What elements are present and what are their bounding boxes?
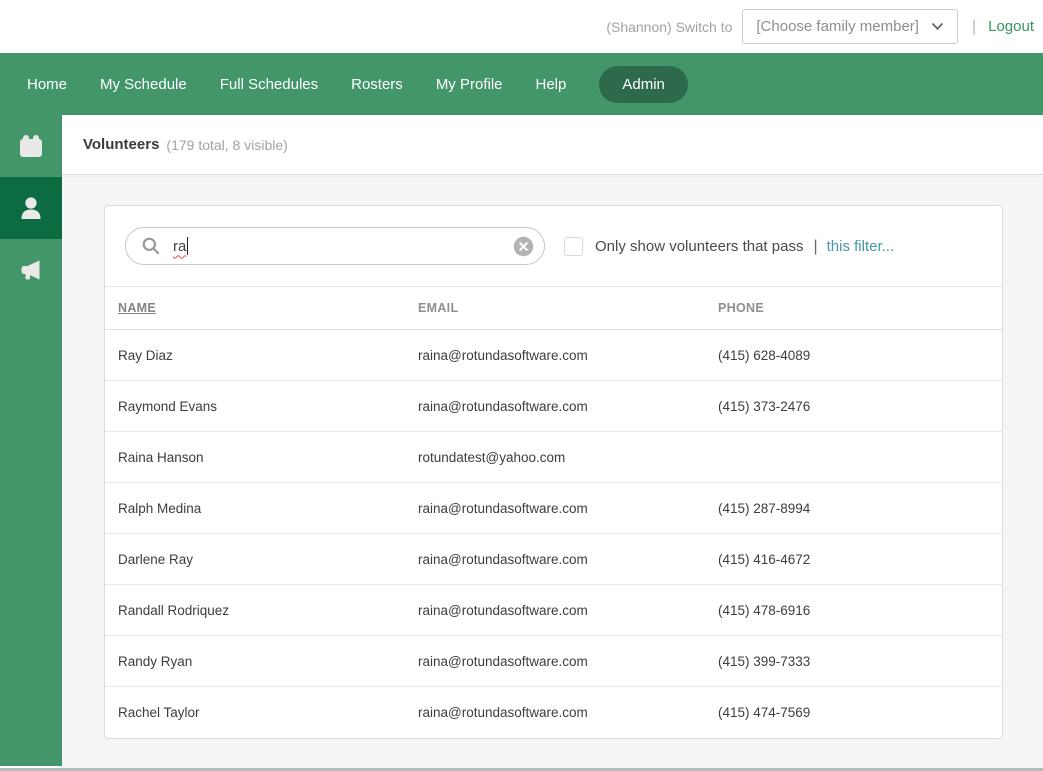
table-row[interactable]: Darlene Ray raina@rotundasoftware.com (4… [105, 534, 1002, 585]
volunteer-name: Raina Hanson [118, 449, 204, 465]
table-row[interactable]: Randall Rodriquez raina@rotundasoftware.… [105, 585, 1002, 636]
volunteer-phone: (415) 478-6916 [718, 602, 811, 618]
volunteer-email: raina@rotundasoftware.com [418, 398, 588, 414]
person-icon [17, 194, 45, 222]
nav-item-admin[interactable]: Admin [599, 65, 688, 103]
nav-item-home[interactable]: Home [27, 66, 67, 103]
sidebar-item-volunteers[interactable] [0, 177, 62, 239]
page-subtitle: (179 total, 8 visible) [166, 136, 288, 153]
volunteer-phone: (415) 416-4672 [718, 551, 811, 567]
filter-group: Only show volunteers that pass | this fi… [564, 206, 894, 287]
logout-link[interactable]: Logout [988, 18, 1034, 35]
search-input[interactable]: ra [125, 227, 545, 265]
filter-checkbox[interactable] [564, 237, 583, 256]
volunteer-email: raina@rotundasoftware.com [418, 653, 588, 669]
volunteer-name: Ralph Medina [118, 500, 202, 516]
calendar-icon [16, 131, 46, 161]
filter-separator: | [813, 237, 818, 255]
column-header-name[interactable]: NAME [118, 301, 418, 315]
volunteer-phone: (415) 628-4089 [718, 347, 811, 363]
table-row[interactable]: Rachel Taylor raina@rotundasoftware.com … [105, 687, 1002, 738]
column-header-phone[interactable]: PHONE [718, 301, 1002, 315]
app-window: (Shannon) Switch to [Choose family membe… [0, 0, 1043, 771]
volunteer-name: Darlene Ray [118, 551, 194, 567]
search-input-value: ra [173, 237, 187, 255]
switch-to-label: (Shannon) Switch to [606, 18, 733, 35]
table-row[interactable]: Randy Ryan raina@rotundasoftware.com (41… [105, 636, 1002, 687]
volunteer-phone: (415) 287-8994 [718, 500, 811, 516]
this-filter-link[interactable]: this filter... [827, 238, 895, 255]
nav-item-rosters[interactable]: Rosters [351, 66, 403, 103]
nav-item-my-schedule[interactable]: My Schedule [100, 66, 187, 103]
volunteer-phone: (415) 399-7333 [718, 653, 811, 669]
volunteer-phone: (415) 474-7569 [718, 705, 811, 720]
clear-search-button[interactable] [513, 236, 534, 257]
table-row[interactable]: Ralph Medina raina@rotundasoftware.com (… [105, 483, 1002, 534]
magnifier-icon [141, 236, 161, 256]
search-filter-row: ra Only show volunteers that pass | this… [105, 206, 1002, 287]
nav-item-help[interactable]: Help [536, 66, 567, 103]
column-header-email[interactable]: EMAIL [418, 301, 718, 315]
volunteer-name: Raymond Evans [118, 398, 218, 414]
content-area: ra Only show volunteers that pass | this… [62, 176, 1043, 768]
sidebar-item-schedules[interactable] [0, 115, 62, 177]
admin-sidebar [0, 115, 62, 766]
page-header: Volunteers (179 total, 8 visible) [62, 115, 1043, 175]
volunteer-name: Randy Ryan [118, 653, 193, 669]
main-nav: Home My Schedule Full Schedules Rosters … [0, 53, 1043, 115]
volunteer-email: raina@rotundasoftware.com [418, 602, 588, 618]
volunteer-email: rotundatest@yahoo.com [418, 449, 566, 465]
family-dropdown-value: [Choose family member] [756, 18, 919, 35]
volunteer-phone: (415) 373-2476 [718, 398, 811, 414]
account-topbar: (Shannon) Switch to [Choose family membe… [0, 0, 1043, 53]
page-title: Volunteers [83, 136, 160, 153]
topbar-separator: | [971, 17, 977, 35]
sidebar-item-announcements[interactable] [0, 239, 62, 301]
volunteer-email: raina@rotundasoftware.com [418, 347, 588, 363]
table-row[interactable]: Ray Diaz raina@rotundasoftware.com (415)… [105, 330, 1002, 381]
chevron-down-icon [931, 22, 944, 31]
nav-item-full-schedules[interactable]: Full Schedules [220, 66, 318, 103]
volunteer-name: Ray Diaz [118, 347, 173, 363]
volunteers-card: ra Only show volunteers that pass | this… [104, 205, 1003, 739]
volunteer-name: Randall Rodriquez [118, 602, 230, 618]
text-caret [187, 237, 189, 255]
megaphone-icon [17, 256, 45, 284]
filter-label: Only show volunteers that pass [595, 238, 804, 255]
volunteer-email: raina@rotundasoftware.com [418, 500, 588, 516]
table-header: NAME EMAIL PHONE [105, 287, 1002, 330]
volunteer-email: raina@rotundasoftware.com [418, 551, 588, 567]
volunteer-email: raina@rotundasoftware.com [418, 705, 588, 720]
table-row[interactable]: Raina Hanson rotundatest@yahoo.com [105, 432, 1002, 483]
volunteer-name: Rachel Taylor [118, 705, 200, 720]
table-row[interactable]: Raymond Evans raina@rotundasoftware.com … [105, 381, 1002, 432]
family-member-dropdown[interactable]: [Choose family member] [742, 9, 958, 44]
nav-item-my-profile[interactable]: My Profile [436, 66, 503, 103]
